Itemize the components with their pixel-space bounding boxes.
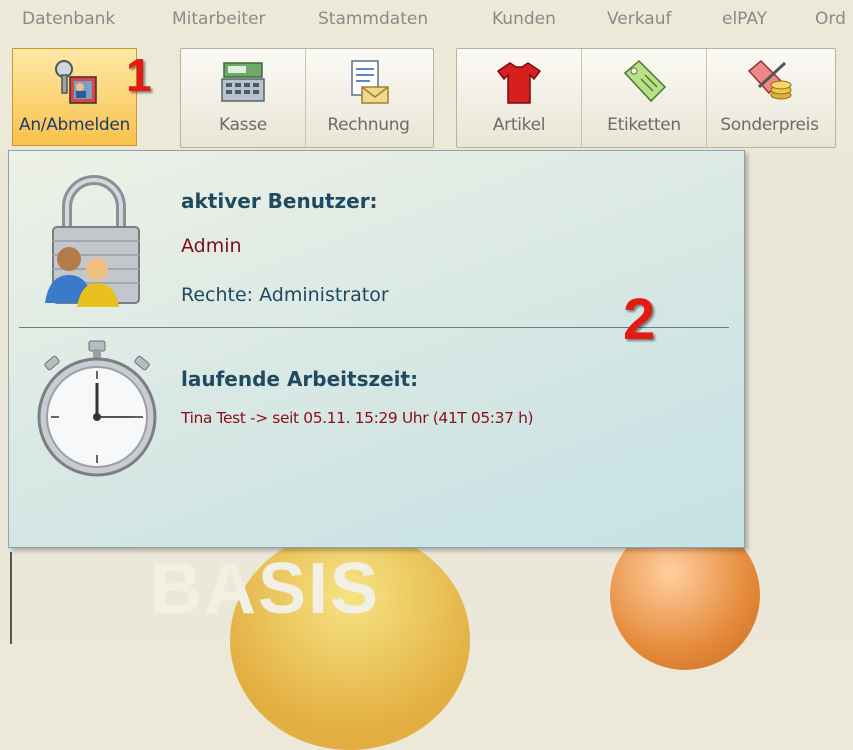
- menu-bar: Datenbank Mitarbeiter Stammdaten Kunden …: [0, 0, 853, 38]
- annotation-marker-1: 1: [126, 49, 152, 101]
- login-user-icon: [54, 60, 97, 104]
- lock-users-icon: [45, 175, 140, 307]
- toolbar: An/Abmelden Kasse Rechnung Artikel Etike…: [0, 40, 853, 152]
- menu-mitarbeiter[interactable]: Mitarbeiter: [172, 9, 266, 29]
- active-user-title: aktiver Benutzer:: [181, 189, 378, 213]
- annotation-marker-2: 2: [623, 287, 656, 352]
- user-rights: Rechte: Administrator: [181, 284, 389, 306]
- toolbar-group-sales: Kasse Rechnung: [180, 48, 434, 148]
- shirt-icon: [496, 62, 542, 104]
- rechnung-button[interactable]: Rechnung: [306, 49, 431, 147]
- artikel-label: Artikel: [492, 115, 546, 135]
- working-time-entry: Tina Test -> seit 05.11. 15:29 Uhr (41T …: [181, 409, 534, 427]
- cash-register-icon: [221, 62, 265, 102]
- login-status-popup: aktiver Benutzer: Admin Rechte: Administ…: [8, 150, 745, 548]
- toolbar-group-login: An/Abmelden: [12, 48, 137, 146]
- sonderpreis-button[interactable]: Sonderpreis: [707, 49, 832, 147]
- stopwatch-icon: [37, 340, 157, 477]
- menu-kunden[interactable]: Kunden: [492, 9, 556, 29]
- login-logout-label: An/Abmelden: [18, 115, 131, 135]
- invoice-icon: [350, 60, 389, 104]
- artikel-button[interactable]: Artikel: [457, 49, 582, 147]
- kasse-label: Kasse: [219, 115, 267, 135]
- sonderpreis-label: Sonderpreis: [720, 115, 819, 135]
- etiketten-button[interactable]: Etiketten: [582, 49, 707, 147]
- toolbar-group-articles: Artikel Etiketten Sonderpreis: [456, 48, 836, 148]
- menu-stammdaten[interactable]: Stammdaten: [318, 9, 428, 29]
- menu-datenbank[interactable]: Datenbank: [22, 9, 115, 29]
- rechnung-label: Rechnung: [327, 115, 410, 135]
- left-border: [10, 552, 12, 644]
- working-time-title: laufende Arbeitszeit:: [181, 367, 419, 391]
- menu-elpay[interactable]: elPAY: [722, 9, 767, 29]
- tag-icon: [623, 59, 667, 103]
- etiketten-label: Etiketten: [607, 115, 681, 135]
- login-logout-button[interactable]: An/Abmelden: [12, 48, 137, 146]
- menu-ord[interactable]: Ord: [815, 9, 846, 29]
- kasse-button[interactable]: Kasse: [181, 49, 306, 147]
- background-logo-text: BASIS: [150, 549, 381, 629]
- menu-verkauf[interactable]: Verkauf: [607, 9, 671, 29]
- active-user-name: Admin: [181, 235, 242, 257]
- special-price-icon: [747, 59, 791, 100]
